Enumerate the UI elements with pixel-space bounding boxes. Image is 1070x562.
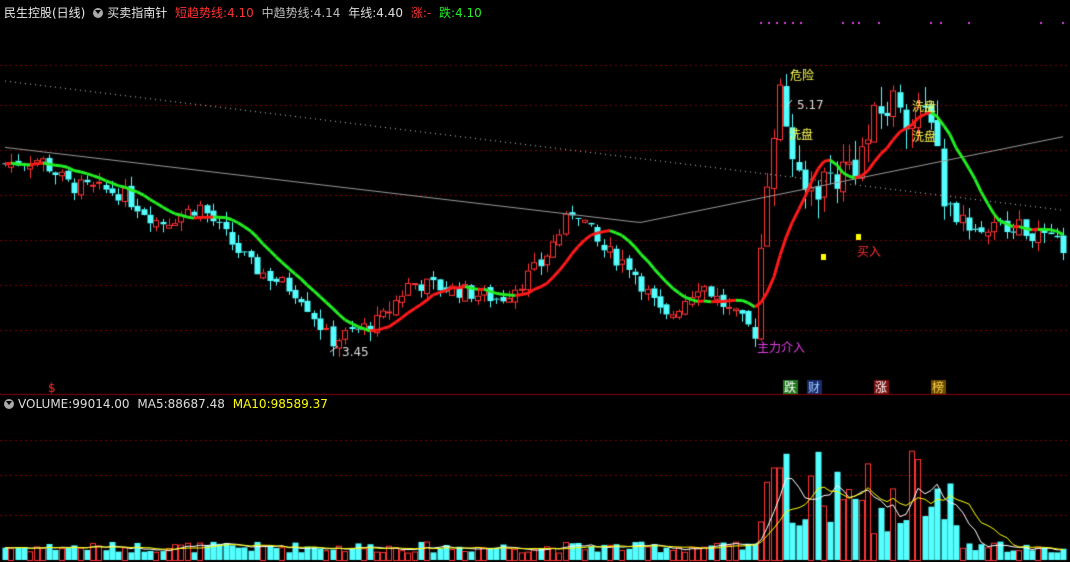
ma5-label: MA5: [137, 397, 168, 411]
indicator-name[interactable]: 买卖指南针 [107, 6, 167, 20]
year-line-label: 年线: [348, 6, 377, 20]
ma10-label: MA10: [232, 397, 271, 411]
volume-panel-header: VOLUME:99014.00 MA5:88687.48 MA10:98589.… [4, 397, 332, 411]
ma10-value: 98589.37 [270, 397, 328, 411]
dropdown-icon[interactable] [93, 8, 104, 18]
up-value: - [426, 6, 432, 20]
main-panel-header: 民生控股(日线) 买卖指南针 短趋势线:4.10 中趋势线:4.14 年线:4.… [4, 4, 486, 21]
volume-value: 99014.00 [72, 397, 130, 411]
stock-title[interactable]: 民生控股(日线) [4, 6, 85, 20]
volume-dropdown-icon[interactable] [4, 399, 14, 409]
mid-trend-value: 4.14 [313, 6, 341, 20]
kline-chart[interactable] [0, 0, 1070, 562]
mid-trend-label: 中趋势线: [261, 6, 314, 20]
down-value: 4.10 [455, 6, 482, 20]
year-line-value: 4.40 [376, 6, 403, 20]
up-label: 涨: [410, 6, 427, 20]
ma5-value: 88687.48 [167, 397, 225, 411]
down-label: 跌: [439, 6, 456, 20]
short-trend-label: 短趋势线: [175, 6, 228, 20]
volume-label: VOLUME: [18, 397, 73, 411]
short-trend-value: 4.10 [227, 6, 254, 20]
